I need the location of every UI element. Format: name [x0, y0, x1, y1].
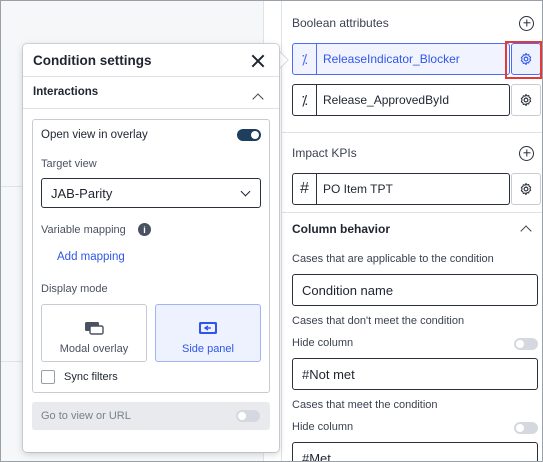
not-met-input[interactable]: #Not met: [292, 358, 538, 390]
kpi-settings-button[interactable]: [511, 173, 541, 205]
hide-column-label: Hide column: [292, 421, 354, 433]
target-view-select[interactable]: JAB-Parity: [41, 178, 261, 208]
kpi-name: PO Item TPT: [323, 182, 393, 196]
column-behavior-header[interactable]: Column behavior: [292, 219, 534, 239]
boolean-attribute-name: ReleaseIndicator_Blocker: [323, 52, 460, 66]
section-divider: [282, 212, 542, 213]
chevron-down-icon: [240, 186, 251, 197]
screenshot-frame: Boolean attributes ⁒ ReleaseIndicator_Bl…: [0, 0, 543, 462]
info-icon[interactable]: i: [138, 223, 151, 236]
hide-column-toggle-not-met[interactable]: [514, 338, 538, 350]
target-view-label: Target view: [41, 158, 97, 170]
hash-icon: #: [293, 174, 317, 204]
impact-kpis-header: Impact KPIs: [292, 143, 534, 163]
percent-icon: ⁒: [293, 85, 317, 115]
applicable-cases-label: Cases that are applicable to the conditi…: [292, 253, 494, 265]
go-to-view-label: Go to view or URL: [41, 410, 131, 422]
add-mapping-link[interactable]: Add mapping: [57, 251, 125, 263]
go-to-view-toggle[interactable]: [236, 410, 260, 422]
right-panel: Boolean attributes ⁒ ReleaseIndicator_Bl…: [281, 1, 542, 461]
kpi-field[interactable]: # PO Item TPT: [292, 173, 510, 205]
percent-icon: ⁒: [293, 44, 317, 74]
interactions-section-title: Interactions: [33, 86, 99, 98]
open-view-label: Open view in overlay: [41, 129, 148, 141]
gear-icon: [520, 93, 532, 107]
popover-divider: [23, 108, 279, 109]
go-to-view-row[interactable]: Go to view or URL: [32, 402, 270, 430]
meet-cases-label: Cases that meet the condition: [292, 399, 438, 411]
sync-filters-checkbox[interactable]: [41, 370, 55, 384]
kpi-row: # PO Item TPT: [292, 173, 542, 205]
modal-overlay-option[interactable]: Modal overlay: [41, 304, 147, 362]
gear-icon: [520, 182, 532, 196]
attribute-settings-button[interactable]: [511, 84, 541, 116]
hide-column-label: Hide column: [292, 337, 354, 349]
interactions-box: Open view in overlay Target view JAB-Par…: [32, 119, 270, 393]
variable-mapping-label: Variable mapping: [41, 224, 126, 236]
column-behavior-title: Column behavior: [292, 222, 391, 236]
highlight-box: [505, 41, 542, 79]
display-mode-label: Display mode: [41, 283, 108, 295]
modal-overlay-label: Modal overlay: [59, 343, 129, 355]
boolean-attribute-row: ⁒ Release_ApprovedById: [292, 84, 542, 116]
chevron-up-icon: [520, 225, 532, 237]
boolean-attributes-title: Boolean attributes: [292, 16, 389, 30]
met-input[interactable]: #Met: [292, 442, 538, 461]
section-divider: [282, 132, 542, 133]
sync-filters-label: Sync filters: [64, 371, 118, 383]
not-meet-cases-label: Cases that don't meet the condition: [292, 315, 465, 327]
impact-kpis-title: Impact KPIs: [292, 146, 357, 160]
add-kpi-icon[interactable]: [519, 145, 534, 161]
popover-title: Condition settings: [33, 53, 152, 68]
add-boolean-attribute-icon[interactable]: [519, 15, 534, 31]
modal-overlay-icon: [85, 322, 104, 335]
condition-name-input[interactable]: Condition name: [292, 274, 538, 306]
hide-column-toggle-met[interactable]: [514, 422, 538, 434]
side-panel-option[interactable]: Side panel: [155, 304, 261, 362]
boolean-attribute-field[interactable]: ⁒ Release_ApprovedById: [292, 84, 510, 116]
open-view-toggle[interactable]: [237, 129, 261, 141]
popover-divider: [23, 76, 279, 77]
boolean-attribute-name: Release_ApprovedById: [323, 93, 450, 107]
condition-settings-popover: Condition settings Interactions Open vie…: [23, 44, 279, 452]
target-view-value: JAB-Parity: [51, 185, 113, 201]
chevron-up-icon[interactable]: [252, 93, 264, 105]
boolean-attributes-header: Boolean attributes: [292, 13, 534, 33]
close-icon[interactable]: [251, 54, 265, 68]
side-panel-label: Side panel: [182, 343, 234, 355]
side-panel-icon: [199, 322, 217, 334]
boolean-attribute-field[interactable]: ⁒ ReleaseIndicator_Blocker: [292, 43, 510, 75]
